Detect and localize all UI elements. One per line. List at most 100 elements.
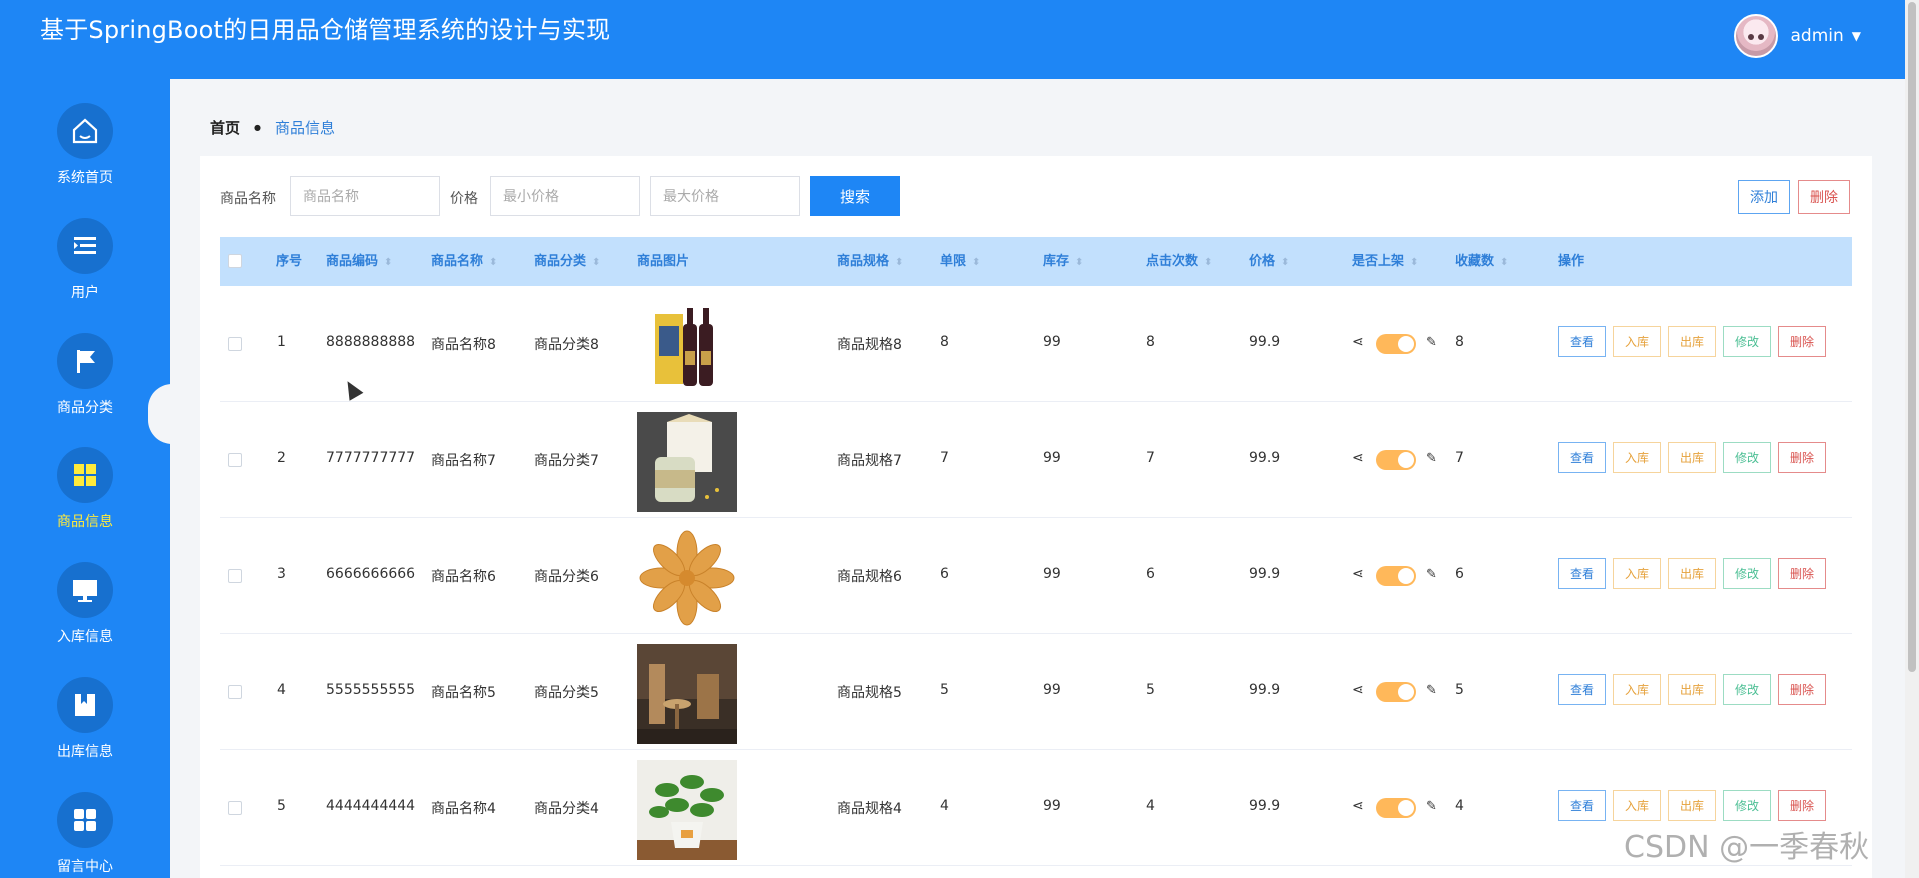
listed-toggle[interactable]	[1376, 682, 1416, 702]
share-icon[interactable]: ⋖	[1352, 566, 1364, 582]
sort-icon[interactable]: ⬍	[1281, 257, 1289, 268]
cell-clicks: 5	[1146, 682, 1155, 698]
view-button[interactable]: 查看	[1558, 326, 1606, 357]
delete-button[interactable]: 删除	[1778, 442, 1826, 473]
delete-button[interactable]: 删除	[1778, 674, 1826, 705]
edit-button[interactable]: 修改	[1723, 442, 1771, 473]
listed-toggle[interactable]	[1376, 450, 1416, 470]
search-button[interactable]: 搜索	[810, 176, 900, 216]
col-code[interactable]: 商品编码 ⬍	[326, 237, 392, 286]
view-button[interactable]: 查看	[1558, 790, 1606, 821]
sort-icon[interactable]: ⬍	[1500, 257, 1508, 268]
outbound-button[interactable]: 出库	[1668, 558, 1716, 589]
inbound-button[interactable]: 入库	[1613, 674, 1661, 705]
edit-pencil-icon[interactable]: ✎	[1426, 799, 1437, 814]
product-name-input[interactable]: 商品名称	[290, 176, 440, 216]
edit-button[interactable]: 修改	[1723, 558, 1771, 589]
breadcrumb-current: 商品信息	[275, 119, 336, 137]
col-name[interactable]: 商品名称 ⬍	[431, 237, 497, 286]
delete-button[interactable]: 删除	[1778, 790, 1826, 821]
outbound-button[interactable]: 出库	[1668, 442, 1716, 473]
scrollbar-thumb[interactable]	[1908, 2, 1916, 672]
breadcrumb: 首页 ● 商品信息	[210, 117, 335, 138]
edit-button[interactable]: 修改	[1723, 674, 1771, 705]
inbound-button[interactable]: 入库	[1613, 558, 1661, 589]
inbound-button[interactable]: 入库	[1613, 326, 1661, 357]
caret-down-icon[interactable]: ▼	[1852, 29, 1861, 43]
listed-toggle[interactable]	[1376, 566, 1416, 586]
min-price-input[interactable]: 最小价格	[490, 176, 640, 216]
edit-pencil-icon[interactable]: ✎	[1426, 451, 1437, 466]
edit-pencil-icon[interactable]: ✎	[1426, 567, 1437, 582]
share-icon[interactable]: ⋖	[1352, 798, 1364, 814]
avatar[interactable]	[1734, 14, 1779, 58]
view-button[interactable]: 查看	[1558, 674, 1606, 705]
sidebar-item-inbound[interactable]: 入库信息	[0, 562, 170, 670]
listed-toggle[interactable]	[1376, 798, 1416, 818]
edit-pencil-icon[interactable]: ✎	[1426, 683, 1437, 698]
sort-icon[interactable]: ⬍	[489, 257, 497, 268]
col-category[interactable]: 商品分类 ⬍	[534, 237, 600, 286]
col-limit[interactable]: 单限 ⬍	[940, 237, 980, 286]
max-price-input[interactable]: 最大价格	[650, 176, 800, 216]
sort-icon[interactable]: ⬍	[972, 257, 980, 268]
page-scrollbar[interactable]	[1905, 0, 1919, 878]
outbound-button[interactable]: 出库	[1668, 790, 1716, 821]
cell-code: 6666666666	[326, 566, 416, 582]
sidebar-item-outbound[interactable]: 出库信息	[0, 677, 170, 785]
sidebar-item-label: 用户	[71, 285, 99, 301]
row-checkbox[interactable]	[228, 801, 242, 815]
view-button[interactable]: 查看	[1558, 558, 1606, 589]
sort-icon[interactable]: ⬍	[1410, 257, 1418, 268]
inbound-button[interactable]: 入库	[1613, 442, 1661, 473]
sidebar-item-messages[interactable]: 留言中心	[0, 792, 170, 878]
sidebar-item-users[interactable]: 用户	[0, 218, 170, 326]
product-image[interactable]	[637, 412, 737, 512]
outbound-button[interactable]: 出库	[1668, 326, 1716, 357]
col-favorites[interactable]: 收藏数 ⬍	[1455, 237, 1508, 286]
edit-button[interactable]: 修改	[1723, 790, 1771, 821]
breadcrumb-home[interactable]: 首页	[210, 117, 240, 138]
sort-icon[interactable]: ⬍	[1204, 257, 1212, 268]
col-spec[interactable]: 商品规格 ⬍	[837, 237, 903, 286]
sort-icon[interactable]: ⬍	[384, 257, 392, 268]
batch-delete-button[interactable]: 删除	[1798, 180, 1850, 214]
row-checkbox[interactable]	[228, 337, 242, 351]
row-checkbox[interactable]	[228, 453, 242, 467]
user-menu[interactable]: admin ▼	[1734, 14, 1861, 58]
listed-toggle[interactable]	[1376, 334, 1416, 354]
outbound-button[interactable]: 出库	[1668, 674, 1716, 705]
add-button[interactable]: 添加	[1738, 180, 1790, 214]
edit-button[interactable]: 修改	[1723, 326, 1771, 357]
sidebar-item-home[interactable]: 系统首页	[0, 103, 170, 211]
delete-button[interactable]: 删除	[1778, 558, 1826, 589]
row-checkbox[interactable]	[228, 685, 242, 699]
sidebar-item-products[interactable]: 商品信息	[0, 447, 170, 555]
sidebar-item-label: 出库信息	[57, 744, 113, 760]
col-price[interactable]: 价格 ⬍	[1249, 237, 1289, 286]
username[interactable]: admin	[1790, 26, 1843, 46]
share-icon[interactable]: ⋖	[1352, 682, 1364, 698]
share-icon[interactable]: ⋖	[1352, 450, 1364, 466]
row-checkbox[interactable]	[228, 569, 242, 583]
view-button[interactable]: 查看	[1558, 442, 1606, 473]
col-stock[interactable]: 库存 ⬍	[1043, 237, 1083, 286]
cell-name: 商品名称7	[431, 453, 496, 469]
col-name-label: 商品名称	[431, 254, 484, 269]
product-image[interactable]	[637, 528, 737, 628]
product-image[interactable]	[637, 760, 737, 860]
sort-icon[interactable]: ⬍	[1075, 257, 1083, 268]
inbound-button[interactable]: 入库	[1613, 790, 1661, 821]
edit-pencil-icon[interactable]: ✎	[1426, 335, 1437, 350]
delete-button[interactable]: 删除	[1778, 326, 1826, 357]
product-image[interactable]	[637, 296, 737, 396]
sort-icon[interactable]: ⬍	[592, 257, 600, 268]
share-icon[interactable]: ⋖	[1352, 334, 1364, 350]
sidebar-item-category[interactable]: 商品分类	[0, 333, 170, 441]
sort-icon[interactable]: ⬍	[895, 257, 903, 268]
select-all-checkbox[interactable]	[228, 254, 242, 268]
sidebar-item-label: 系统首页	[57, 170, 113, 186]
product-image[interactable]	[637, 644, 737, 744]
col-listed[interactable]: 是否上架 ⬍	[1352, 237, 1418, 286]
col-clicks[interactable]: 点击次数 ⬍	[1146, 237, 1212, 286]
